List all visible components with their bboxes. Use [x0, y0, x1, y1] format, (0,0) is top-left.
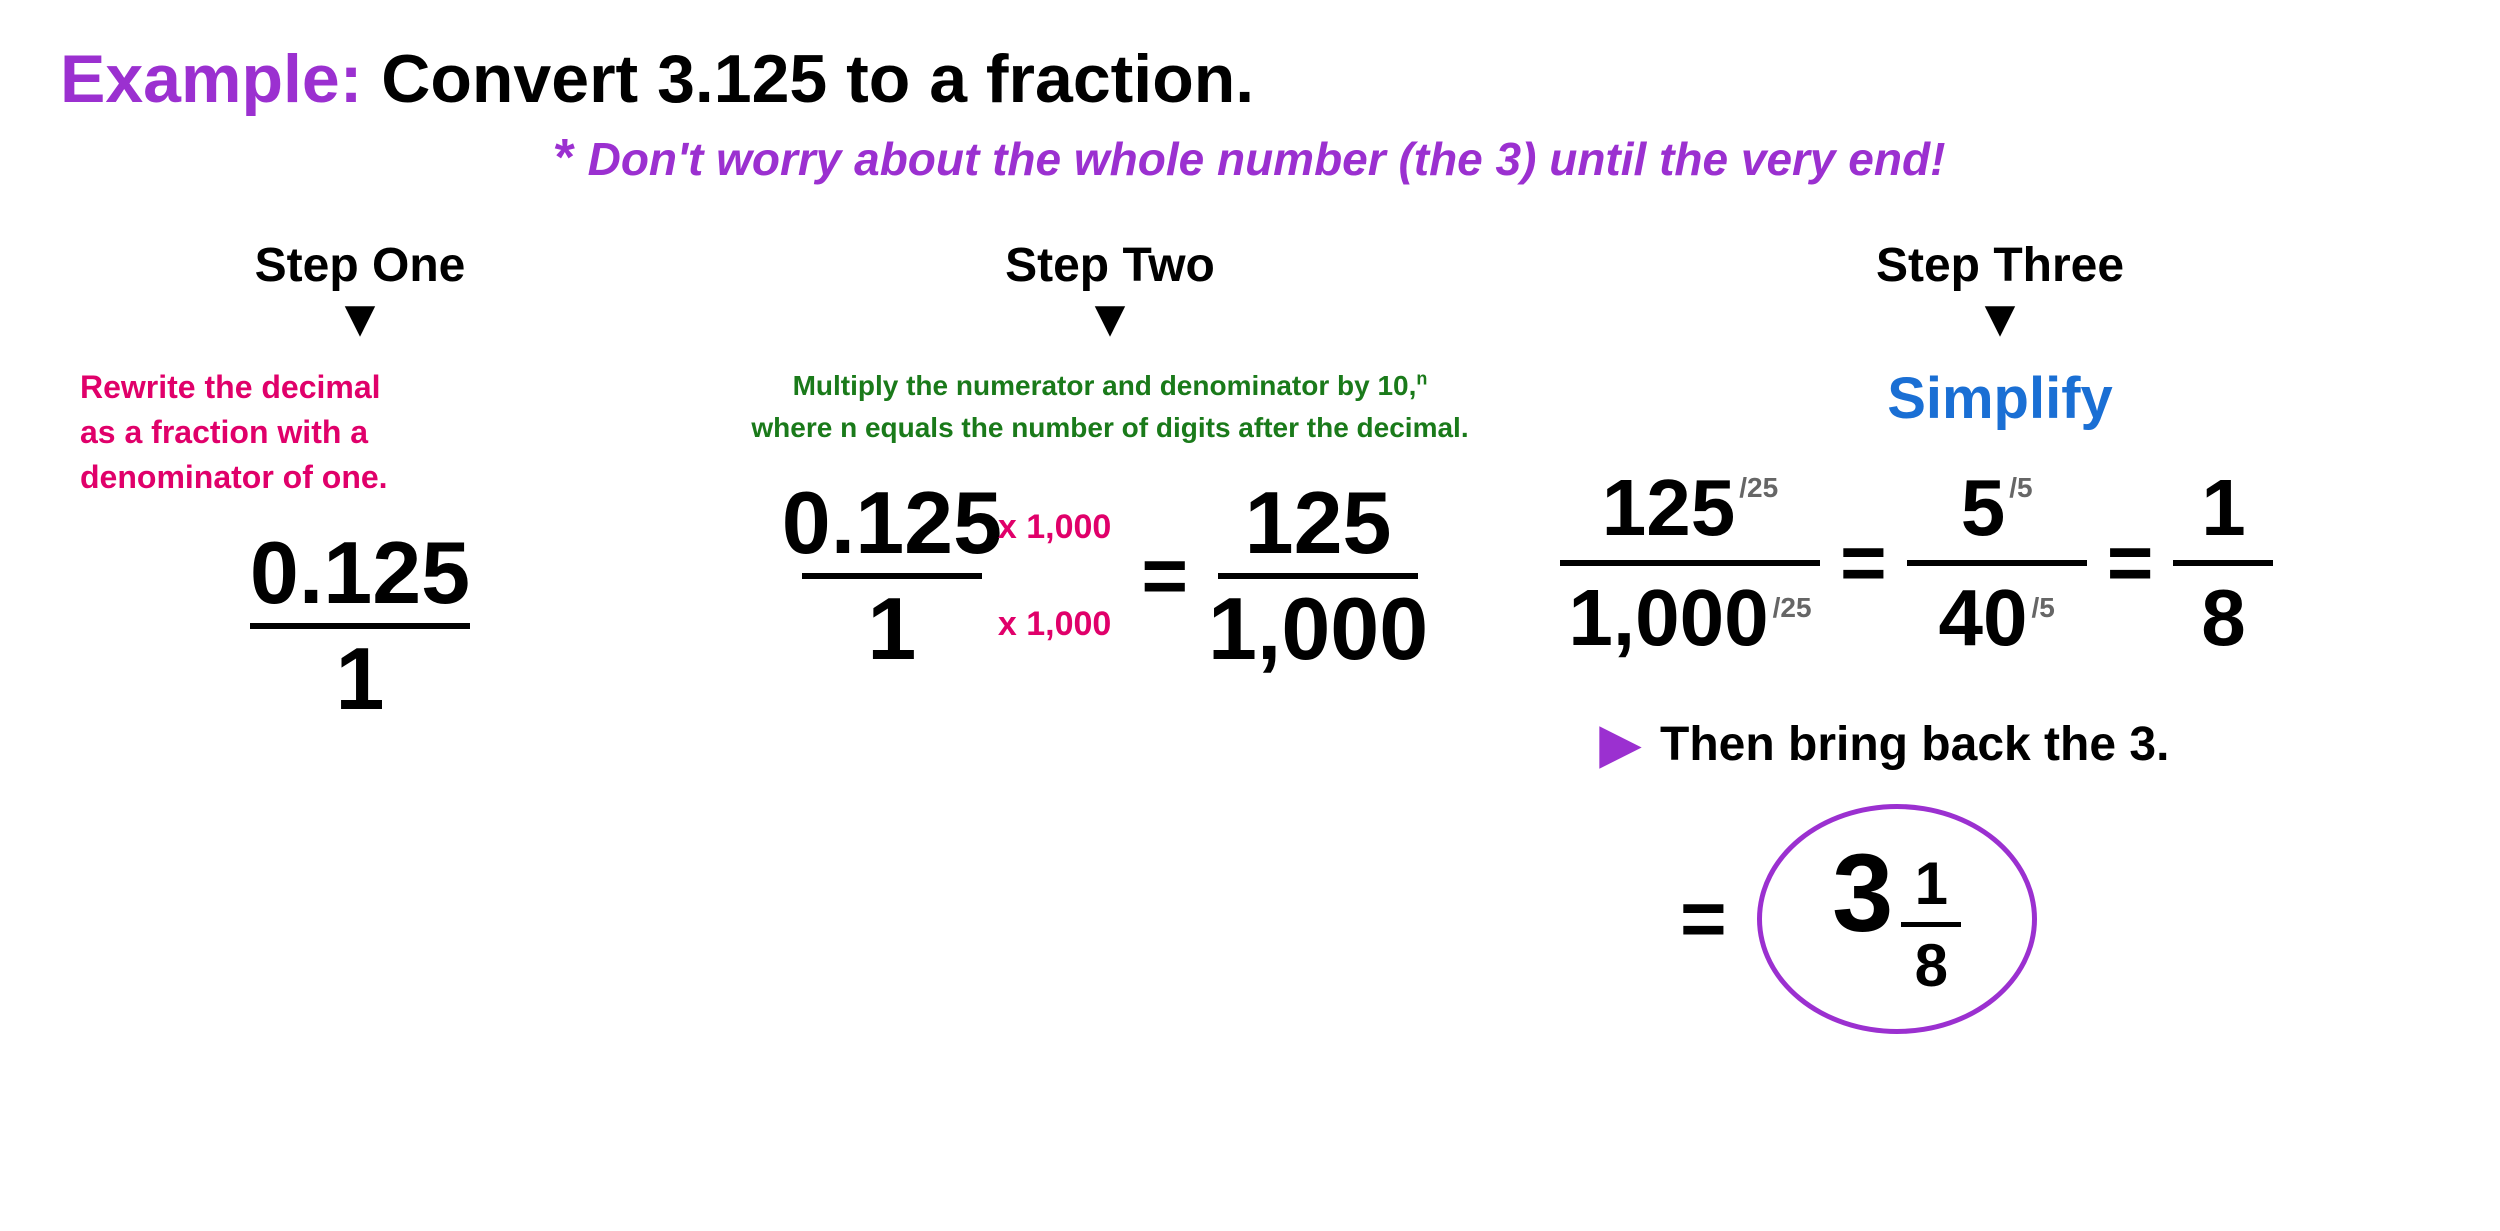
- step-two-arrow: ▼: [1084, 293, 1135, 345]
- step-three-header: Step Three: [1876, 238, 2124, 293]
- frac-125-line: [1560, 560, 1820, 566]
- frac-40-den: 40: [1939, 572, 2028, 664]
- frac-125-1000: 125 /25 1,000 /25: [1560, 462, 1820, 664]
- frac-1000-den-small: /25: [1773, 592, 1812, 624]
- frac-5-num-wrap: 5 /5: [1961, 462, 2033, 554]
- step-two-result: 125 1,000: [1218, 479, 1418, 673]
- step-two-result-num: 125: [1245, 479, 1392, 567]
- mixed-frac-num: 1: [1915, 849, 1948, 918]
- frac-40-den-wrap: 40 /5: [1939, 572, 2055, 664]
- final-equals: =: [1680, 873, 1727, 965]
- frac-5-line: [1907, 560, 2087, 566]
- subtitle: * Don't worry about the whole number (th…: [60, 128, 2440, 188]
- simplify-equals-1: =: [1840, 523, 1887, 603]
- step-three-fractions: 125 /25 1,000 /25 = 5 /5: [1560, 462, 2273, 664]
- step-two-mult-bottom: x 1,000: [998, 605, 1111, 644]
- bring-back-text: Then bring back the 3.: [1660, 717, 2169, 772]
- bring-back-row: ▶ Then bring back the 3.: [1560, 714, 2169, 774]
- step-one: Step One ▼ Rewrite the decimal as a frac…: [60, 238, 660, 723]
- step-one-fraction: 0.125 1: [250, 529, 470, 723]
- step-two-fraction: 0.125 1: [802, 479, 982, 673]
- step-three-arrow: ▼: [1974, 293, 2025, 345]
- step-one-denominator: 1: [336, 635, 385, 723]
- final-answer-row: = 3 1 8: [1560, 804, 2037, 1034]
- step-two-result-den: 1,000: [1208, 585, 1428, 673]
- step-one-description: Rewrite the decimal as a fraction with a…: [60, 365, 388, 499]
- mixed-whole: 3: [1832, 839, 1893, 949]
- step-two-fractions: 0.125 1 x 1,000 x 1,000 = 125 1,000: [802, 479, 1418, 673]
- frac-5-40: 5 /5 40 /5: [1907, 462, 2087, 664]
- frac-1-8: 1 8: [2173, 462, 2273, 664]
- frac-1000-den: 1,000: [1568, 572, 1768, 664]
- final-answer-circle: 3 1 8: [1757, 804, 2037, 1034]
- step-one-header: Step One: [255, 238, 466, 293]
- frac-5-num: 5: [1961, 462, 2006, 554]
- step-three-simplify: Simplify: [1887, 365, 2113, 432]
- step-two-mult-top: x 1,000: [998, 508, 1111, 547]
- example-label: Example:: [60, 41, 362, 117]
- step-two-denominator: 1: [867, 585, 916, 673]
- frac-40-den-small: /5: [2032, 592, 2055, 624]
- title-rest: Convert 3.125 to a fraction.: [362, 41, 1254, 117]
- mixed-frac-line: [1901, 922, 1961, 927]
- frac-1-num: 1: [2201, 462, 2246, 554]
- frac-8-den: 8: [2201, 572, 2246, 664]
- step-one-numerator: 0.125: [250, 529, 470, 617]
- step-two-multipliers: x 1,000 x 1,000: [998, 508, 1111, 644]
- page-title: Example: Convert 3.125 to a fraction.: [60, 40, 2440, 118]
- step-three: Step Three ▼ Simplify 125 /25 1,000 /25: [1560, 238, 2440, 1034]
- frac-125-num: 125: [1602, 462, 1735, 554]
- frac-125-num-small: /25: [1739, 472, 1778, 504]
- step-two-numerator: 0.125: [782, 479, 1002, 567]
- step-two-header: Step Two: [1005, 238, 1215, 293]
- frac-125-num-wrap: 125 /25: [1602, 462, 1778, 554]
- step-two-equals: =: [1141, 536, 1188, 616]
- frac-1000-den-wrap: 1,000 /25: [1568, 572, 1811, 664]
- mixed-frac-den: 8: [1915, 931, 1948, 1000]
- simplify-equals-2: =: [2107, 523, 2154, 603]
- bring-back-arrow: ▶: [1600, 714, 1640, 774]
- step-two: Step Two ▼ Multiply the numerator and de…: [660, 238, 1560, 673]
- mixed-number: 3 1 8: [1832, 839, 1961, 1000]
- subtitle-star: *: [555, 129, 575, 187]
- mixed-fraction: 1 8: [1901, 849, 1961, 1000]
- subtitle-text: Don't worry about the whole number (the …: [588, 133, 1946, 185]
- step-two-frac-with-mult: 0.125 1 x 1,000 x 1,000: [802, 479, 1111, 673]
- frac-5-num-small: /5: [2009, 472, 2032, 504]
- steps-container: Step One ▼ Rewrite the decimal as a frac…: [60, 238, 2440, 1034]
- step-three-inner: Simplify 125 /25 1,000 /25 =: [1560, 365, 2440, 1034]
- step-two-description: Multiply the numerator and denominator b…: [751, 365, 1468, 449]
- step-one-arrow: ▼: [334, 293, 385, 345]
- frac-1-line: [2173, 560, 2273, 566]
